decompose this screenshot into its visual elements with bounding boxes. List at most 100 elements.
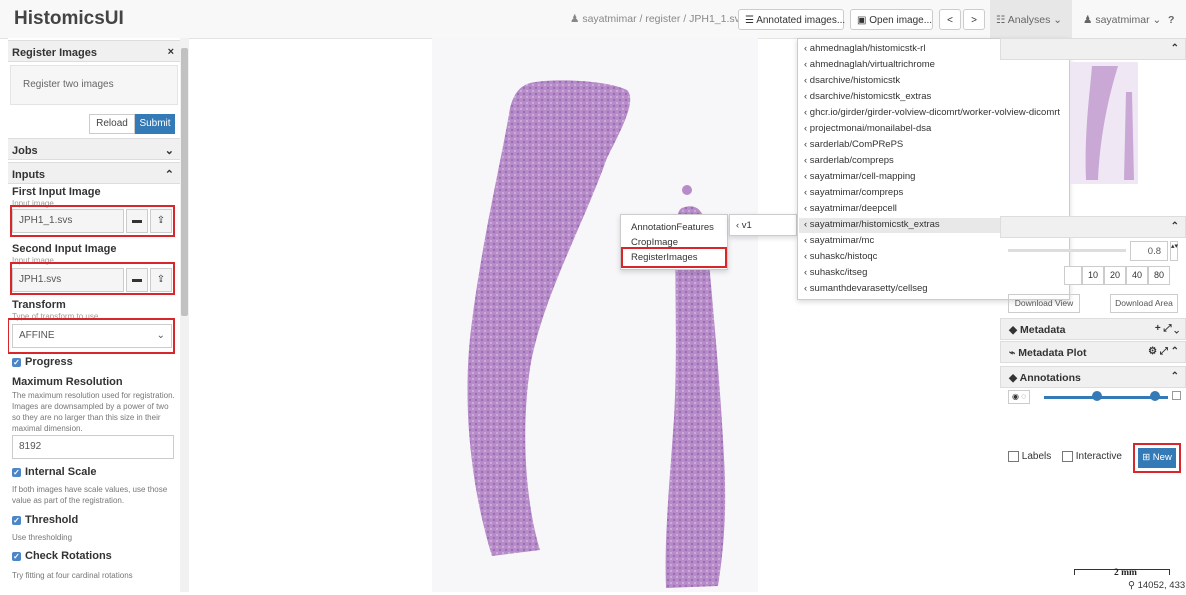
annotations-header[interactable]: ◆ Annotations ⌃ [1000,366,1186,388]
checkbox-box [1062,451,1073,462]
menu-item-image[interactable]: ‹ dsarchive/histomicstk_extras [804,91,931,102]
menu-item-image[interactable]: ‹ dsarchive/histomicstk [804,75,900,86]
breadcrumb[interactable]: ♟ sayatmimar / register / JPH1_1.svs [570,13,745,25]
list-icon: ☰ [745,15,757,26]
checkmark-icon: ✓ [12,467,21,477]
scrollbar-thumb[interactable] [181,48,188,316]
fill-checkbox[interactable] [1172,391,1181,400]
open-image-button[interactable]: ▣ Open image... [850,9,933,30]
overview-thumbnail[interactable] [1070,62,1138,184]
metadata-plot-controls[interactable]: ⚙ ⤢ ⌃ [1148,346,1179,357]
zoom-button-40[interactable]: 40 [1126,266,1148,285]
map-pin-icon: ⚲ [1128,580,1138,591]
panel-header: Register Images × [8,40,180,62]
max-resolution-label: Maximum Resolution [12,376,123,388]
thumbnail-tissue [1085,66,1134,180]
check-rotations-help: Try fitting at four cardinal rotations [12,571,133,580]
zoom-button-80[interactable]: 80 [1148,266,1170,285]
tag-icon: ◆ [1009,324,1020,336]
analyses-menu[interactable]: ☷ Analyses ⌄ [996,14,1062,26]
highlight-box [1133,443,1181,473]
analyses-icon: ☷ [996,14,1008,26]
tissue-section-left [467,80,631,556]
help-icon[interactable]: ? [1168,14,1174,26]
metadata-header[interactable]: ◆ Metadata + ⤢ ⌄ [1000,318,1186,340]
first-input-label: First Input Image [12,186,101,198]
image-viewer[interactable] [432,38,758,592]
menu-item-image[interactable]: ‹ sayatmimar/compreps [804,187,903,198]
user-icon: ♟ [1083,14,1096,26]
task-panel: Register Images × Register two images Re… [8,38,180,592]
download-area-button[interactable]: Download Area [1110,294,1178,313]
highlight-box [8,318,175,354]
slider-handle[interactable] [1150,391,1160,401]
previous-image-button[interactable]: < [939,9,961,30]
eye-icon[interactable]: ◉ ◌ [1008,390,1030,404]
menu-item-image[interactable]: ‹ sarderlab/compreps [804,155,894,166]
version-menu: ‹ v1 [729,214,797,236]
right-panel: ⌃ ⌃ 0.8 ▴▾ 10 20 40 80 Download View Dow… [1000,38,1186,592]
menu-item-v1[interactable]: ‹ v1 [736,220,752,231]
progress-checkbox[interactable]: ✓ Progress [12,356,73,368]
description-box: Register two images [10,65,178,105]
scale-label: 2 mm [1114,568,1137,578]
zoom-button-20[interactable]: 20 [1104,266,1126,285]
close-icon[interactable]: × [168,46,174,58]
tag-icon: ◆ [1009,372,1020,384]
menu-item-image[interactable]: ‹ projectmonai/monailabel-dsa [804,123,931,134]
labels-checkbox[interactable]: Labels [1008,451,1051,462]
menu-item-image[interactable]: ‹ suhaskc/itseg [804,267,867,278]
panel-title: Register Images [12,47,97,59]
threshold-checkbox[interactable]: ✓ Threshold [12,514,78,526]
opacity-input[interactable]: 0.8 [1130,241,1168,261]
image-icon: ▣ [857,15,870,26]
menu-item-image[interactable]: ‹ ahmednaglah/histomicstk-rl [804,43,925,54]
chevron-up-icon: ⌃ [1170,221,1179,232]
menu-item-image[interactable]: ‹ suhaskc/histoqc [804,251,877,262]
zoom-button-blank[interactable] [1064,266,1082,285]
checkmark-icon: ✓ [12,357,21,367]
max-resolution-help: The maximum resolution used for registra… [12,391,175,433]
second-input-label: Second Input Image [12,243,117,255]
menu-item-image[interactable]: ‹ sayatmimar/mc [804,235,874,246]
jobs-section-header[interactable]: Jobs ⌄ [8,138,180,160]
next-image-button[interactable]: > [963,9,985,30]
transform-label: Transform [12,299,66,311]
user-menu[interactable]: ♟ sayatmimar ⌄ [1083,14,1161,26]
opacity-slider[interactable] [1008,249,1126,252]
metadata-controls[interactable]: + ⤢ ⌄ [1155,323,1179,334]
interactive-checkbox[interactable]: Interactive [1062,451,1122,462]
tissue-slide-image [467,80,726,588]
menu-item-image-selected[interactable]: ‹ sayatmimar/histomicstk_extras [804,219,940,230]
menu-item-image[interactable]: ‹ ahmednaglah/virtualtrichrome [804,59,935,70]
menu-item-image[interactable]: ‹ sayatmimar/cell-mapping [804,171,915,182]
menu-item-image[interactable]: ‹ sumanthdevarasetty/cellseg [804,283,928,294]
slider-handle[interactable] [1092,391,1102,401]
opacity-spinner[interactable]: ▴▾ [1170,241,1178,261]
metadata-plot-header[interactable]: ⌁ Metadata Plot ⚙ ⤢ ⌃ [1000,341,1186,363]
inputs-section-header[interactable]: Inputs ⌃ [8,162,180,184]
checkmark-icon: ✓ [12,551,21,561]
internal-scale-help: If both images have scale values, use th… [12,485,168,505]
submit-button[interactable]: Submit [135,114,175,134]
reload-button[interactable]: Reload [89,114,135,134]
menu-item-image[interactable]: ‹ sarderlab/ComPRePS [804,139,903,150]
chevron-down-icon: ⌄ [1152,14,1162,26]
chevron-up-icon: ⌃ [164,169,174,181]
overview-header[interactable]: ⌃ [1000,38,1186,60]
chevron-down-icon: ⌄ [164,145,174,157]
zoom-button-10[interactable]: 10 [1082,266,1104,285]
image-settings-header[interactable]: ⌃ [1000,216,1186,238]
download-view-button[interactable]: Download View [1008,294,1080,313]
tissue-fragment [682,185,692,195]
annotated-images-button[interactable]: ☰ Annotated images... [738,9,845,30]
check-rotations-checkbox[interactable]: ✓ Check Rotations [12,550,112,562]
checkmark-icon: ✓ [12,515,21,525]
app-title[interactable]: HistomicsUI [14,8,124,30]
max-resolution-input[interactable]: 8192 [12,435,174,459]
chevron-up-icon: ⌃ [1170,371,1179,382]
internal-scale-checkbox[interactable]: ✓ Internal Scale [12,466,97,478]
menu-item-annotationfeatures[interactable]: AnnotationFeatures [631,222,714,233]
checkbox-box [1008,451,1019,462]
menu-item-image[interactable]: ‹ sayatmimar/deepcell [804,203,897,214]
